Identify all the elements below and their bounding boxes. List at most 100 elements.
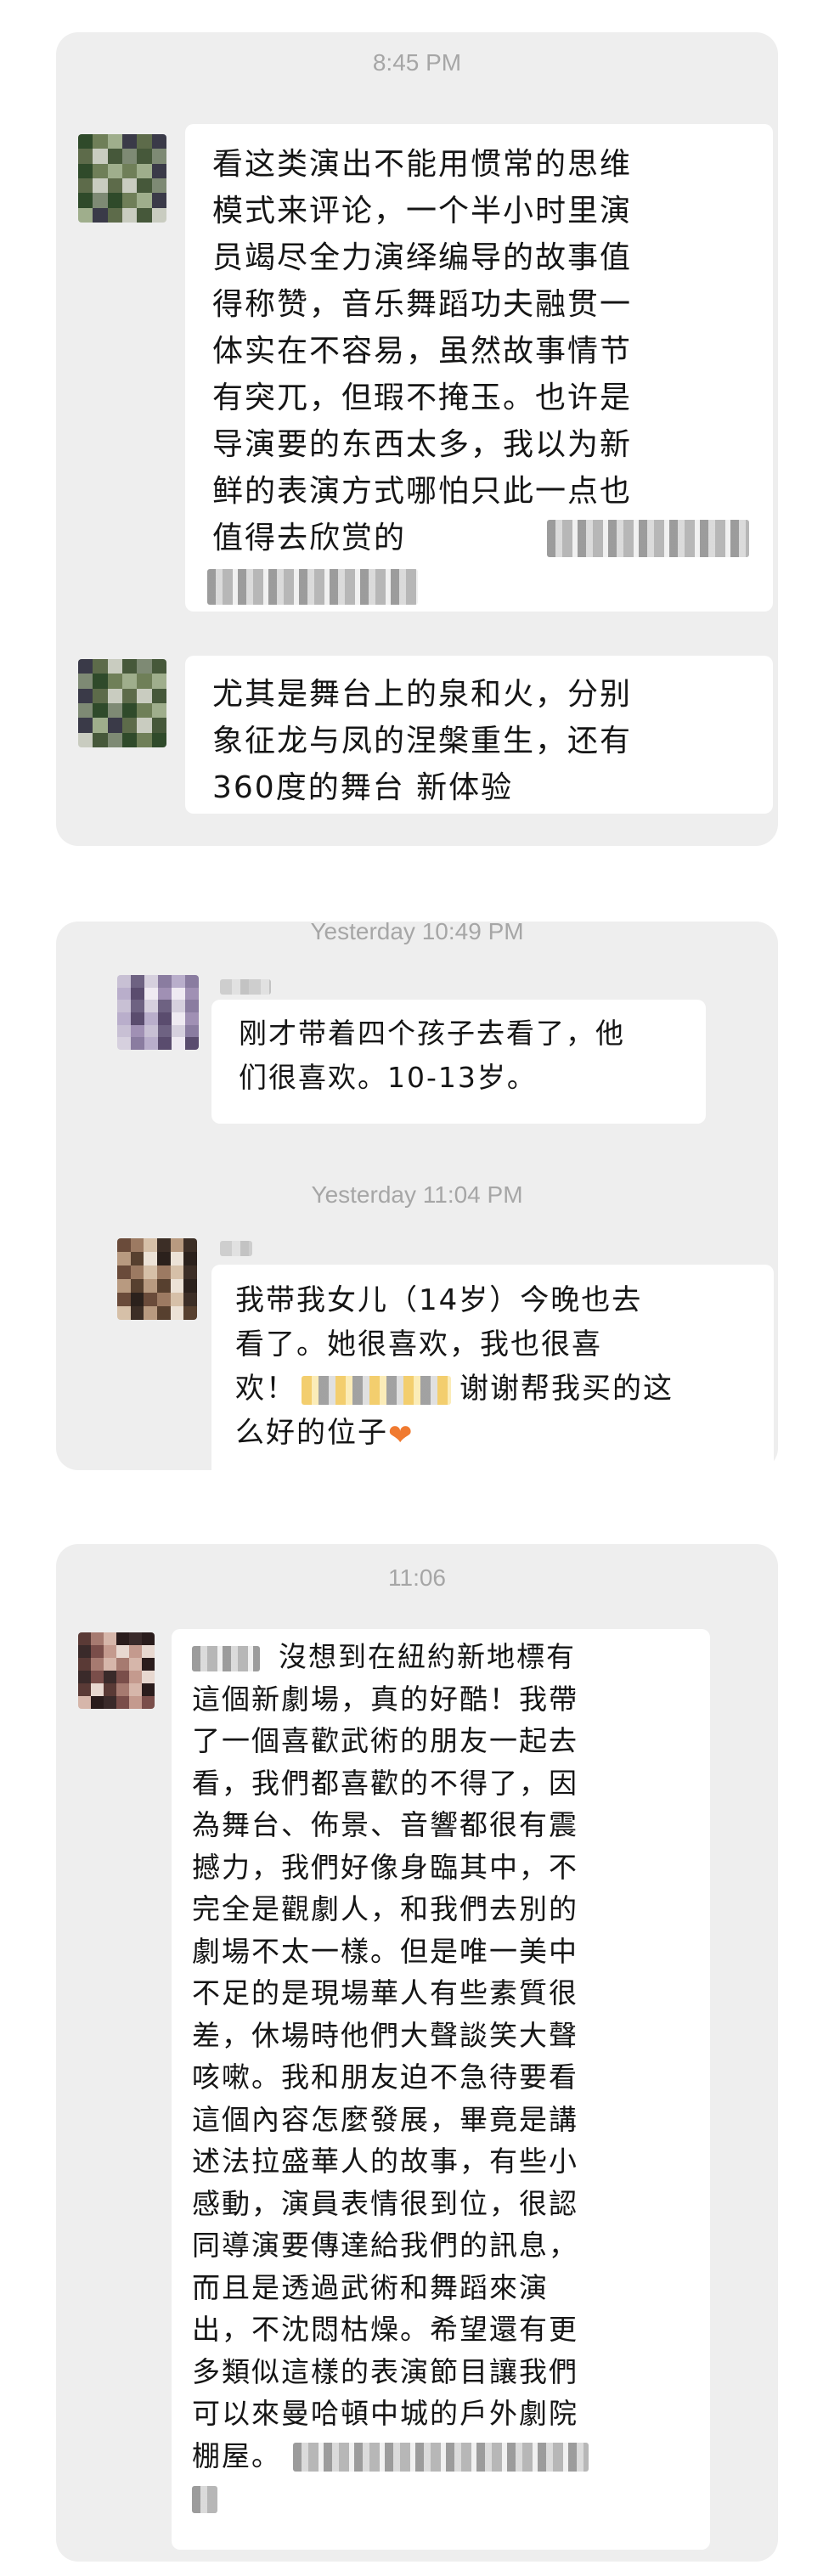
avatar-pixel — [172, 1037, 185, 1050]
avatar-pixel — [137, 149, 152, 164]
avatar-pixel — [144, 1037, 158, 1050]
avatar-pixel — [104, 1632, 116, 1645]
avatar-pixel — [91, 1696, 104, 1709]
message-text: 尤其是舞台上的泉和火，分别 象征龙与凤的涅槃重生，还有 360度的舞台 新体验 — [212, 677, 633, 805]
avatar-pixel — [117, 987, 131, 1001]
avatar-pixel — [104, 1696, 116, 1709]
message-text: 我带我女儿（14岁）今晚也去 看了。她很喜欢，我也很喜 欢！ 谢谢帮我买的这 么好… — [235, 1278, 674, 1457]
avatar-pixel — [107, 207, 122, 223]
avatar-pixel — [129, 1683, 142, 1696]
avatar-pixel — [157, 1252, 171, 1265]
pixelated-avatar-icon — [78, 659, 166, 747]
avatar-pixel — [170, 1293, 184, 1306]
avatar — [78, 659, 166, 747]
avatar-pixel — [107, 732, 122, 747]
avatar-pixel — [93, 718, 108, 733]
avatar-pixel — [91, 1671, 104, 1683]
message-line: 沒想到在紐約新地標有 — [192, 1636, 589, 1678]
avatar-pixel — [78, 207, 93, 223]
avatar-pixel — [78, 1632, 91, 1645]
avatar-pixel — [78, 1696, 91, 1709]
avatar-pixel — [185, 1037, 199, 1050]
avatar-pixel — [131, 1012, 144, 1025]
pixelated-avatar-icon — [117, 975, 199, 1050]
avatar-pixel — [107, 193, 122, 208]
avatar-pixel — [144, 1306, 157, 1320]
avatar-pixel — [107, 674, 122, 689]
avatar-pixel — [107, 718, 122, 733]
avatar-pixel — [137, 732, 152, 747]
heart-icon: ❤ — [388, 1418, 414, 1452]
avatar-pixel — [144, 1265, 157, 1279]
redacted-text — [302, 1375, 451, 1405]
avatar-pixel — [144, 1024, 158, 1038]
avatar-pixel — [78, 732, 93, 747]
avatar-pixel — [151, 688, 166, 703]
avatar-pixel — [142, 1658, 155, 1671]
redacted-text — [207, 569, 418, 605]
avatar-pixel — [122, 134, 138, 149]
avatar-pixel — [122, 193, 138, 208]
avatar-pixel — [185, 1000, 199, 1012]
avatar-pixel — [93, 207, 108, 223]
avatar-pixel — [104, 1671, 116, 1683]
message-line: 看了。她很喜欢，我也很喜 — [235, 1327, 602, 1361]
avatar-pixel — [78, 674, 93, 689]
avatar-pixel — [78, 193, 93, 208]
avatar-pixel — [183, 1279, 197, 1293]
avatar-pixel — [151, 659, 166, 674]
avatar-pixel — [158, 1037, 172, 1050]
avatar-pixel — [131, 1000, 144, 1012]
avatar-pixel — [107, 178, 122, 194]
avatar-pixel — [122, 732, 138, 747]
avatar-pixel — [137, 163, 152, 178]
avatar-pixel — [151, 193, 166, 208]
avatar-pixel — [144, 1293, 157, 1306]
avatar-pixel — [78, 1683, 91, 1696]
avatar-pixel — [122, 688, 138, 703]
avatar-pixel — [137, 703, 152, 719]
message-text: 刚才带着四个孩子去看了，他 们很喜欢。10-13岁。 — [239, 1017, 625, 1094]
avatar-pixel — [107, 149, 122, 164]
avatar-pixel — [93, 659, 108, 674]
avatar-pixel — [93, 178, 108, 194]
avatar-pixel — [117, 1024, 131, 1038]
avatar — [78, 1632, 155, 1709]
avatar-pixel — [107, 163, 122, 178]
avatar — [78, 134, 166, 223]
avatar-pixel — [158, 987, 172, 1001]
avatar-pixel — [144, 1012, 158, 1025]
avatar — [117, 1238, 197, 1320]
avatar-pixel — [122, 178, 138, 194]
avatar-pixel — [144, 987, 158, 1001]
message-line: 么好的位子❤ — [235, 1411, 674, 1457]
avatar-pixel — [122, 163, 138, 178]
avatar-pixel — [104, 1658, 116, 1671]
avatar-pixel — [183, 1293, 197, 1306]
avatar-pixel — [157, 1279, 171, 1293]
avatar-pixel — [122, 149, 138, 164]
avatar-pixel — [137, 674, 152, 689]
avatar-pixel — [78, 1645, 91, 1658]
avatar-pixel — [78, 688, 93, 703]
avatar-pixel — [151, 732, 166, 747]
avatar-pixel — [107, 688, 122, 703]
avatar-pixel — [93, 149, 108, 164]
message-bubble: 刚才带着四个孩子去看了，他 们很喜欢。10-13岁。 — [211, 1000, 706, 1124]
chat-screenshot-1: 8:45 PM 看这类演出不能用惯常的思维 模式来评论，一个半小时里演 员竭尽全… — [56, 32, 778, 846]
avatar-pixel — [151, 178, 166, 194]
avatar-pixel — [122, 659, 138, 674]
avatar-pixel — [172, 1012, 185, 1025]
avatar-pixel — [137, 659, 152, 674]
avatar-pixel — [151, 718, 166, 733]
avatar-pixel — [170, 1238, 184, 1252]
redacted-text — [192, 1645, 260, 1671]
avatar-pixel — [172, 975, 185, 988]
avatar-pixel — [170, 1265, 184, 1279]
redacted-text — [293, 2443, 589, 2472]
avatar-pixel — [122, 718, 138, 733]
avatar-pixel — [117, 1279, 131, 1293]
avatar-pixel — [142, 1645, 155, 1658]
pixelated-avatar-icon — [78, 134, 166, 223]
chat-screenshot-2: Yesterday 10:49 PM 刚才带着四个孩子去看了，他 们很喜欢。10… — [56, 918, 778, 1470]
